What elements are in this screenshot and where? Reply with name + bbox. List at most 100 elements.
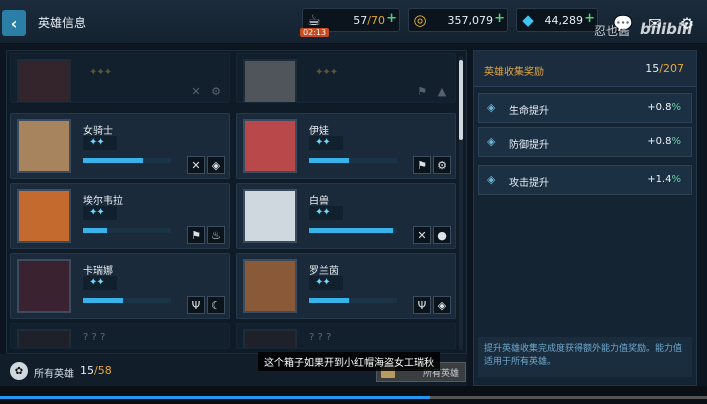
gem-counter: ◆ 44,289 + (516, 8, 598, 32)
bonus-row-hp: ◈ 生命提升 +0.8% (478, 93, 692, 123)
page-title: 英雄信息 (38, 16, 87, 30)
hero-card[interactable]: 女骑士 ✦✦ ✕ ◈ (10, 113, 230, 179)
hero-name: 卡瑞娜 (83, 266, 113, 277)
hero-card[interactable]: 罗兰茵 ✦✦ Ψ ◈ (236, 253, 456, 319)
gear-icon: ⚙ (433, 156, 451, 174)
hero-card[interactable]: 埃尔韦拉 ✦✦ ⚑ ♨ (10, 183, 230, 249)
gem-icon: ◆ (522, 11, 534, 29)
hero-progress-fill (83, 158, 143, 163)
diamond-icon: ◈ (207, 156, 225, 174)
collection-bonus-panel: 英雄收集奖励 15/207 ◈ 生命提升 +0.8% ◈ 防御提升 +0.8% … (473, 50, 697, 386)
hero-stars: ✦✦ (309, 206, 343, 220)
hero-portrait (243, 59, 297, 102)
hero-progress-fill (309, 228, 393, 233)
hero-progress-bar (83, 228, 171, 233)
watermark-text: 忍也酱 (594, 24, 631, 38)
add-gold-button[interactable]: + (494, 11, 505, 26)
hero-portrait (243, 119, 297, 173)
gear-icon: ⚙ (211, 84, 221, 98)
hero-progress-bar (83, 158, 171, 163)
crossed-swords-icon: ✕ (187, 156, 205, 174)
video-progress-track[interactable] (430, 396, 707, 399)
bonus-note: 提升英雄收集完成度获得额外能力值奖励。能力值适用于所有英雄。 (478, 337, 692, 377)
hero-stars: ✦✦ (309, 136, 343, 150)
add-stamina-button[interactable]: + (386, 11, 397, 26)
hero-progress-bar (309, 158, 397, 163)
hero-stars: ✦✦ (309, 276, 343, 290)
bonus-row-def: ◈ 防御提升 +0.8% (478, 127, 692, 157)
bonus-count: 15/207 (645, 62, 684, 75)
hero-card[interactable]: 伊娃 ✦✦ ⚑ ⚙ (236, 113, 456, 179)
gold-counter: ◎ 357,079 + (408, 8, 508, 32)
hero-card[interactable]: ? ? ? (10, 323, 230, 349)
trident-icon: Ψ (413, 296, 431, 314)
video-progress-fill[interactable] (0, 396, 430, 399)
hero-name: 白兽 (309, 196, 329, 207)
hero-portrait (243, 329, 297, 348)
hero-count-current: 15 (80, 364, 94, 377)
hero-count: 15/58 (80, 364, 112, 377)
hero-progress-bar (309, 298, 397, 303)
video-player-bar (0, 386, 707, 404)
hero-name: ? ? ? (309, 332, 332, 343)
bonus-title: 英雄收集奖励 (484, 67, 544, 78)
hero-name: 伊娃 (309, 126, 329, 137)
hero-stars: ✦✦ (83, 276, 117, 290)
all-heroes-label: 所有英雄 (34, 369, 74, 380)
hero-card[interactable]: ? ? ? (236, 323, 456, 349)
hero-name: ? ? ? (83, 332, 106, 343)
moon-icon: ☾ (207, 296, 225, 314)
hero-card[interactable]: 卡瑞娜 ✦✦ Ψ ☾ (10, 253, 230, 319)
bonus-row-atk: ◈ 攻击提升 +1.4% (478, 165, 692, 195)
gem-value: 44,289 (544, 14, 584, 27)
crossed-swords-icon: ✕ (413, 226, 431, 244)
stamina-timer: 02:13 (300, 28, 330, 37)
hero-progress-bar (83, 298, 171, 303)
diamond-bullet-icon: ◈ (487, 173, 496, 186)
diamond-icon: ◈ (433, 296, 451, 314)
stamina-max: 70 (371, 14, 385, 27)
scrollbar-thumb[interactable] (459, 60, 463, 140)
hero-name: 罗兰茵 (309, 266, 339, 277)
all-heroes-icon: ✿ (10, 362, 28, 380)
bonus-header: 英雄收集奖励 15/207 (474, 51, 696, 87)
hero-progress-fill (83, 298, 123, 303)
back-button[interactable]: ‹ (2, 10, 26, 36)
stamina-current: 57 (353, 14, 368, 27)
water-drop-icon: ● (433, 226, 451, 244)
diamond-bullet-icon: ◈ (487, 101, 496, 114)
hero-card[interactable]: ✦✦✦ ⚑ ▲ (236, 53, 456, 103)
fire-icon: ♨ (207, 226, 225, 244)
gold-value: 357,079 (447, 14, 494, 27)
gold-coin-icon: ◎ (413, 11, 427, 29)
hero-stars: ✦✦ (83, 206, 117, 220)
diamond-bullet-icon: ◈ (487, 135, 496, 148)
hero-stars: ✦✦✦ (315, 67, 338, 78)
chevron-left-icon: ‹ (10, 13, 18, 33)
hero-portrait (17, 329, 71, 348)
hero-name: 埃尔韦拉 (83, 196, 123, 207)
hero-stars: ✦✦✦ (89, 67, 112, 78)
hero-portrait (17, 189, 71, 243)
hero-portrait (243, 259, 297, 313)
trident-icon: Ψ (187, 296, 205, 314)
hero-progress-fill (83, 228, 107, 233)
hero-progress-bar (309, 228, 397, 233)
hero-portrait (17, 119, 71, 173)
watermark-logo: bilibili (640, 20, 693, 38)
video-subtitle: 这个箱子如果开到小红帽海盗女工瑞秋 (258, 352, 440, 371)
flag-icon: ⚑ (187, 226, 205, 244)
hero-portrait (17, 59, 71, 102)
hero-progress-fill (309, 158, 349, 163)
hero-progress-fill (309, 298, 349, 303)
hero-portrait (17, 259, 71, 313)
hero-card[interactable]: 白兽 ✦✦ ✕ ● (236, 183, 456, 249)
hero-portrait (243, 189, 297, 243)
hero-name: 女骑士 (83, 126, 113, 137)
hero-card[interactable]: ✦✦✦ ✕ ⚙ (10, 53, 230, 103)
flag-icon: ⚑ (417, 84, 427, 98)
flag-icon: ⚑ (413, 156, 431, 174)
hero-count-max: 58 (97, 364, 112, 377)
mountain-icon: ▲ (437, 84, 447, 98)
crossed-swords-icon: ✕ (191, 84, 201, 98)
